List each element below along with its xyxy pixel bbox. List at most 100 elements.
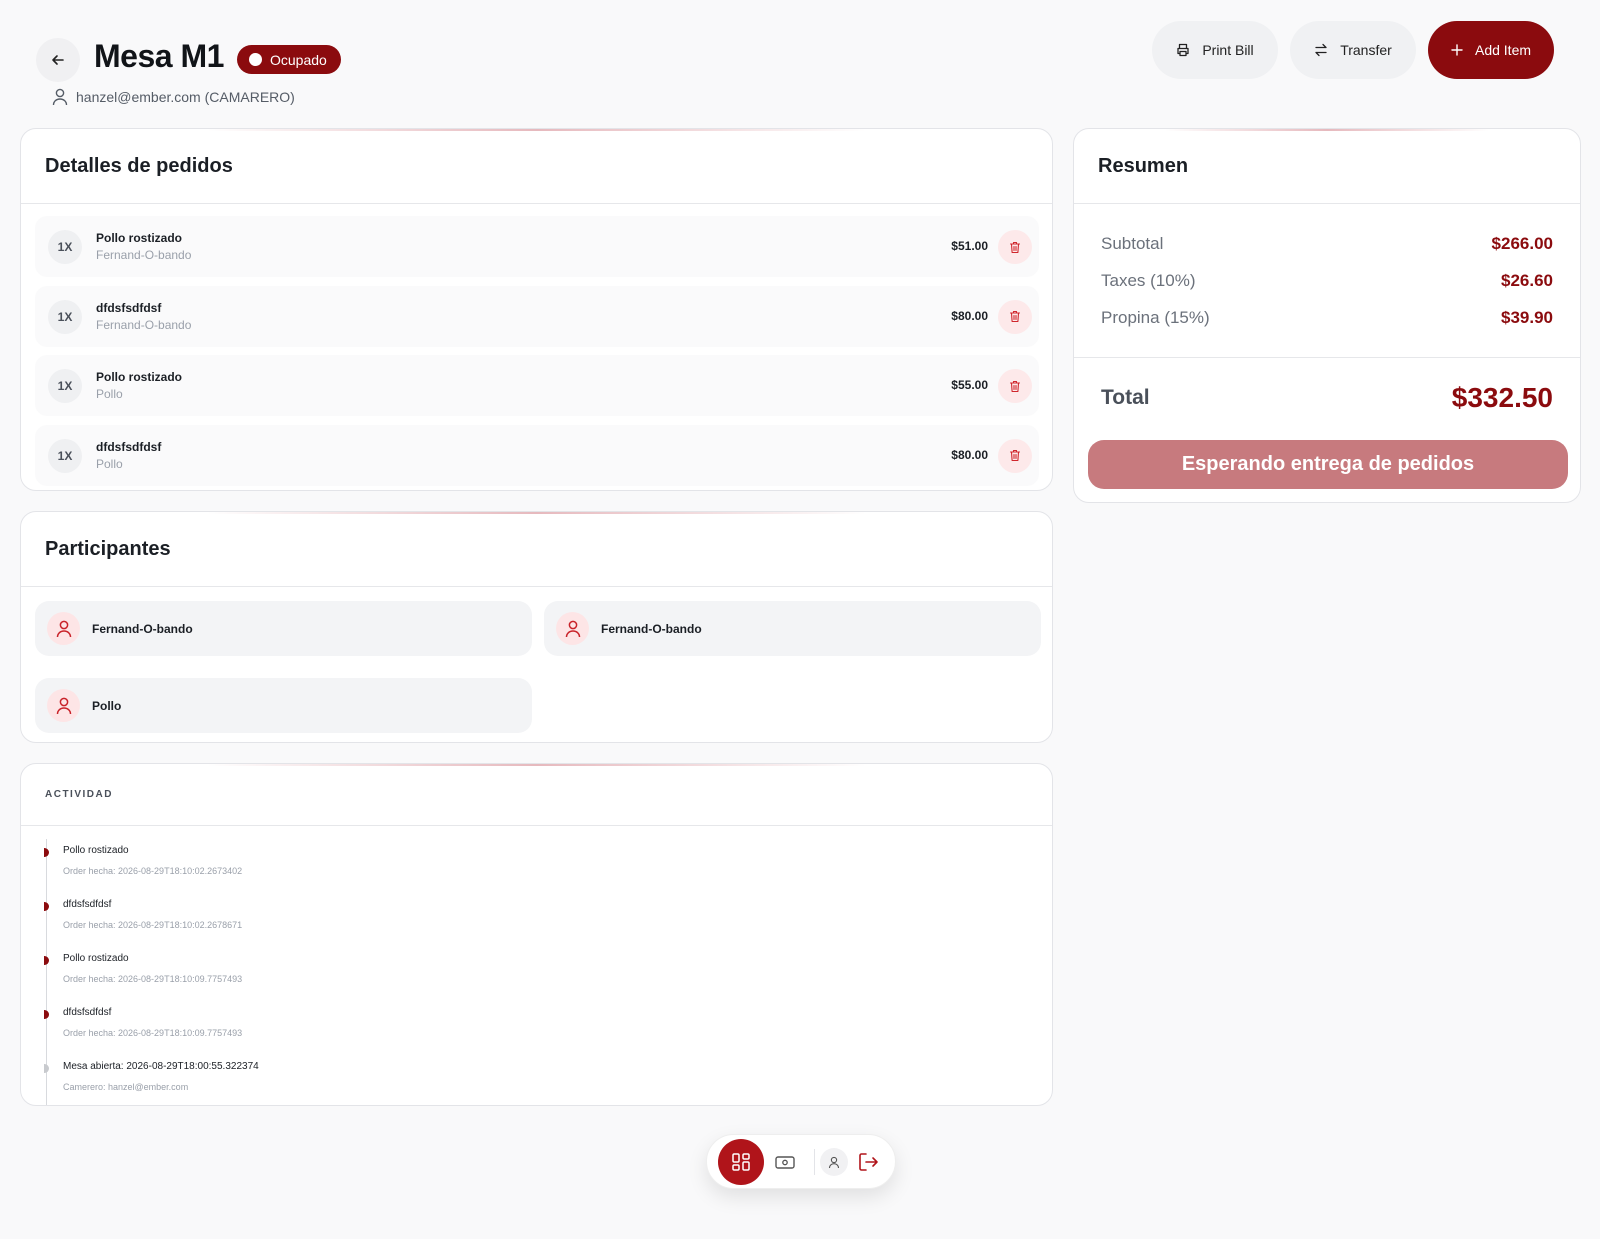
order-quantity: 1X bbox=[48, 438, 82, 473]
timeline-dot bbox=[44, 1010, 49, 1019]
activity-meta: Order hecha: 2026-08-29T18:10:02.2678671 bbox=[63, 920, 243, 930]
activity-meta: Order hecha: 2026-08-29T18:10:09.7757493 bbox=[63, 1028, 243, 1038]
order-item-price: $55.00 bbox=[951, 378, 988, 392]
add-item-button[interactable]: Add Item bbox=[1428, 21, 1554, 79]
activity-name: Mesa abierta: 2026-08-29T18:00:55.322374 bbox=[63, 1061, 259, 1072]
arrow-left-icon bbox=[52, 55, 64, 65]
delete-item-button[interactable] bbox=[998, 369, 1032, 403]
participants-title: Participantes bbox=[45, 537, 171, 560]
order-item-owner: Pollo bbox=[96, 456, 123, 471]
status-dot-icon bbox=[249, 53, 262, 66]
order-item-price: $80.00 bbox=[951, 447, 988, 462]
summary-header: Resumen bbox=[1074, 129, 1580, 204]
participant-name: Pollo bbox=[92, 698, 122, 713]
user-icon bbox=[52, 88, 68, 106]
nav-dashboard-button[interactable] bbox=[718, 1139, 764, 1185]
swap-icon bbox=[1315, 43, 1327, 57]
nav-payments-button[interactable] bbox=[774, 1148, 796, 1176]
waiter-email: hanzel@ember.com (CAMARERO) bbox=[76, 89, 295, 105]
participant-chip[interactable]: Fernand-O-bando bbox=[35, 601, 532, 656]
total-label: Total bbox=[1101, 386, 1150, 409]
participants-card: Participantes Fernand-O-bando Fernand-O-b… bbox=[20, 511, 1053, 743]
tip-row: Propina (15%) $39.90 bbox=[1101, 308, 1553, 328]
activity-card: ACTIVIDAD Pollo rostizado Order hecha: 20… bbox=[20, 763, 1053, 1106]
add-item-label: Add Item bbox=[1474, 42, 1532, 58]
nav-separator bbox=[814, 1149, 815, 1175]
nav-profile-button[interactable] bbox=[820, 1148, 848, 1176]
page-title: Mesa M1 bbox=[94, 38, 224, 74]
summary-divider bbox=[1074, 357, 1580, 358]
delete-item-button[interactable] bbox=[998, 230, 1032, 264]
taxes-row: Taxes (10%) $26.60 bbox=[1101, 271, 1553, 291]
order-item-name: dfdsfsdfdsf bbox=[96, 300, 162, 315]
participant-name: Fernand-O-bando bbox=[92, 621, 193, 636]
total-value: $332.50 bbox=[1451, 382, 1553, 413]
activity-meta: Camerero: hanzel@ember.com bbox=[63, 1082, 189, 1092]
timeline-dot bbox=[44, 1064, 49, 1073]
order-item-owner: Pollo bbox=[96, 387, 123, 401]
user-icon bbox=[56, 620, 71, 637]
activity-meta: Order hecha: 2026-08-29T18:10:09.7757493 bbox=[63, 974, 243, 984]
transfer-button[interactable]: Transfer bbox=[1290, 21, 1416, 79]
order-row: 1X dfdsfsdfdsf Pollo $80.00 bbox=[35, 424, 1039, 486]
activity-name: dfdsfsdfdsf bbox=[63, 899, 112, 910]
taxes-label: Taxes (10%) bbox=[1101, 271, 1196, 290]
page-header: Mesa M1 Ocupado hanzel@ember.com (CAMARE… bbox=[0, 0, 1600, 125]
participants-header: Participantes bbox=[21, 512, 1052, 587]
awaiting-delivery-button[interactable]: Esperando entrega de pedidos bbox=[1088, 440, 1568, 489]
subtotal-value: $266.00 bbox=[1491, 234, 1553, 253]
participant-chip[interactable]: Pollo bbox=[35, 678, 532, 733]
status-badge: Ocupado bbox=[237, 45, 341, 74]
back-button[interactable] bbox=[36, 38, 80, 82]
subtotal-label: Subtotal bbox=[1101, 234, 1164, 253]
trash-icon bbox=[1009, 380, 1021, 392]
order-item-name: dfdsfsdfdsf bbox=[96, 439, 162, 454]
banknote-icon bbox=[775, 1156, 795, 1169]
status-label: Ocupado bbox=[270, 51, 327, 68]
delete-item-button[interactable] bbox=[998, 438, 1032, 473]
printer-icon bbox=[1177, 43, 1189, 57]
activity-name: Pollo rostizado bbox=[63, 953, 129, 964]
participant-chip[interactable]: Fernand-O-bando bbox=[544, 601, 1041, 656]
activity-name: Pollo rostizado bbox=[63, 845, 129, 856]
order-item-name: Pollo rostizado bbox=[96, 231, 183, 245]
participant-avatar bbox=[47, 612, 80, 645]
order-details-header: Detalles de pedidos bbox=[21, 129, 1052, 204]
activity-header: ACTIVIDAD bbox=[21, 764, 1052, 826]
nav-logout-button[interactable] bbox=[857, 1148, 879, 1176]
user-icon bbox=[56, 697, 71, 714]
order-item-name: Pollo rostizado bbox=[96, 370, 183, 384]
waiter-info: hanzel@ember.com (CAMARERO) bbox=[52, 88, 295, 106]
tip-label: Propina (15%) bbox=[1101, 308, 1210, 327]
order-item-owner: Fernand-O-bando bbox=[96, 248, 192, 262]
participant-name: Fernand-O-bando bbox=[601, 621, 702, 636]
order-item-price: $51.00 bbox=[951, 239, 988, 253]
grid-icon bbox=[732, 1153, 750, 1171]
activity-name: dfdsfsdfdsf bbox=[63, 1007, 112, 1018]
order-quantity: 1X bbox=[48, 299, 82, 334]
print-bill-button[interactable]: Print Bill bbox=[1152, 21, 1278, 79]
logout-icon bbox=[859, 1153, 878, 1171]
order-details-card: Detalles de pedidos 1X Pollo rostizado Fer… bbox=[20, 128, 1053, 491]
subtotal-row: Subtotal $266.00 bbox=[1101, 234, 1553, 254]
summary-card: Resumen Subtotal $266.00 Taxes (10%) $26… bbox=[1073, 128, 1581, 503]
timeline-dot bbox=[44, 956, 49, 965]
order-quantity: 1X bbox=[48, 230, 82, 264]
activity-meta: Order hecha: 2026-08-29T18:10:02.2673402 bbox=[63, 866, 243, 876]
timeline-dot bbox=[44, 902, 49, 911]
transfer-label: Transfer bbox=[1340, 42, 1392, 58]
order-row: 1X Pollo rostizado Fernand-O-bando $51.00 bbox=[35, 216, 1039, 277]
delete-item-button[interactable] bbox=[998, 299, 1032, 334]
user-icon bbox=[565, 620, 580, 637]
order-item-price: $80.00 bbox=[951, 308, 988, 323]
order-row: 1X dfdsfsdfdsf Fernand-O-bando $80.00 bbox=[35, 285, 1039, 347]
participant-avatar bbox=[556, 612, 589, 645]
trash-icon bbox=[1009, 310, 1021, 323]
bottom-nav bbox=[706, 1134, 896, 1189]
timeline-dot bbox=[44, 848, 49, 857]
participant-avatar bbox=[47, 689, 80, 722]
tip-value: $39.90 bbox=[1501, 308, 1553, 327]
user-icon bbox=[828, 1156, 840, 1168]
order-row: 1X Pollo rostizado Pollo $55.00 bbox=[35, 355, 1039, 416]
activity-title: ACTIVIDAD bbox=[45, 789, 113, 800]
